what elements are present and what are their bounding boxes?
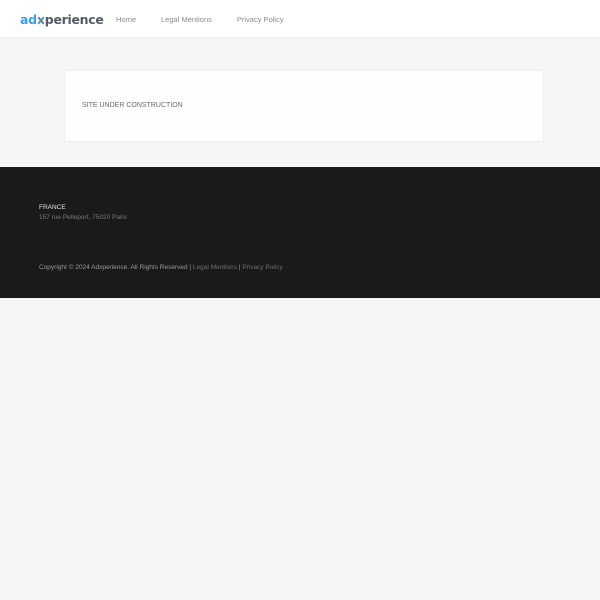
footer-address: 157 rue Pelleport, 75020 Paris xyxy=(39,214,127,221)
nav-link-legal-mentions[interactable]: Legal Mentions xyxy=(161,15,212,24)
construction-message: SITE UNDER CONSTRUCTION xyxy=(82,102,183,109)
logo-text-perience: perience xyxy=(44,12,104,27)
footer-country: FRANCE xyxy=(39,204,66,211)
footer-separator: | xyxy=(238,264,241,271)
site-footer: FRANCE 157 rue Pelleport, 75020 Paris Co… xyxy=(0,167,600,298)
logo-x-icon xyxy=(37,12,45,28)
nav-link-privacy-policy[interactable]: Privacy Policy xyxy=(237,15,284,24)
main-nav: Home Legal Mentions Privacy Policy xyxy=(116,0,309,38)
site-header: ad perience Home Legal Mentions Privacy P… xyxy=(0,0,600,38)
content-card: SITE UNDER CONSTRUCTION xyxy=(64,70,544,142)
footer-link-privacy-policy[interactable]: Privacy Policy xyxy=(242,264,282,271)
copyright-text: Copyright © 2024 Adxperience. All Rights… xyxy=(39,264,192,271)
footer-copyright-line: Copyright © 2024 Adxperience. All Rights… xyxy=(39,264,283,271)
nav-link-home[interactable]: Home xyxy=(116,15,136,24)
adxperience-logo[interactable]: ad perience xyxy=(20,12,104,28)
footer-link-legal-mentions[interactable]: Legal Mentions xyxy=(193,264,237,271)
logo-text-ad: ad xyxy=(20,12,37,27)
